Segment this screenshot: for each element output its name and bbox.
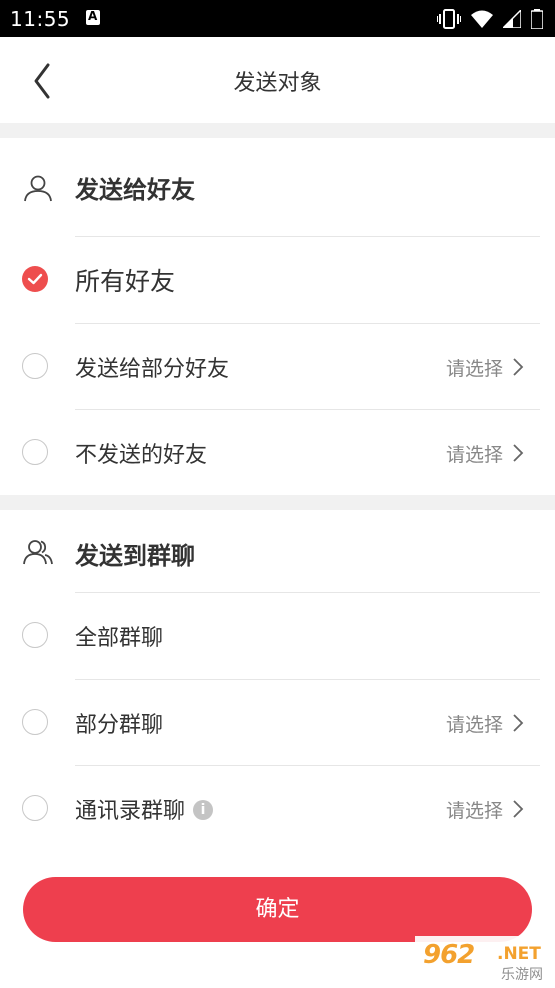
group-icon [23, 540, 53, 565]
chevron-right-icon[interactable] [511, 799, 525, 819]
wifi-icon [471, 10, 493, 28]
watermark-suffix: .NET [497, 944, 541, 964]
status-time: 11:55 [10, 7, 71, 31]
confirm-button[interactable]: 确定 [23, 877, 532, 942]
chevron-right-icon[interactable] [511, 713, 525, 733]
groups-section-header: 发送到群聊 [0, 510, 555, 592]
choose-link[interactable]: 请选择 [446, 440, 503, 467]
system-icons [437, 8, 543, 30]
option-all-friends[interactable]: 所有好友 [0, 237, 555, 323]
radio-icon[interactable] [22, 439, 48, 465]
accessibility-icon [86, 9, 100, 25]
groups-section-title: 发送到群聊 [75, 542, 195, 570]
option-contact-groups[interactable]: 通讯录群聊 i 请选择 [0, 766, 555, 852]
watermark-logo: 962 .NET 乐游网 [415, 936, 555, 988]
option-all-groups[interactable]: 全部群聊 [0, 593, 555, 679]
watermark-site: 乐游网 [501, 967, 543, 983]
vibrate-icon [437, 9, 461, 29]
choose-link[interactable]: 请选择 [446, 796, 503, 823]
friends-section: 发送给好友 所有好友 发送给部分好友 请选择 不发送的好友 请选择 [0, 138, 555, 495]
chevron-right-icon[interactable] [511, 357, 525, 377]
option-some-friends[interactable]: 发送给部分好友 请选择 [0, 324, 555, 410]
section-gap [0, 123, 555, 138]
radio-checked-icon[interactable] [22, 266, 48, 292]
radio-icon[interactable] [22, 709, 48, 735]
page-title: 发送对象 [233, 71, 322, 96]
chevron-right-icon[interactable] [511, 443, 525, 463]
signal-icon [503, 10, 521, 28]
section-gap [0, 495, 555, 510]
watermark-number: 962 [423, 940, 475, 970]
radio-icon[interactable] [22, 353, 48, 379]
battery-icon [531, 9, 543, 29]
nav-bar: 发送对象 [0, 37, 555, 123]
option-label: 发送给部分好友 [75, 357, 230, 382]
radio-icon[interactable] [22, 795, 48, 821]
option-label: 全部群聊 [75, 626, 164, 651]
friends-section-header: 发送给好友 [0, 138, 555, 235]
option-label: 通讯录群聊 [75, 799, 186, 824]
info-icon[interactable]: i [193, 800, 214, 820]
radio-icon[interactable] [22, 622, 48, 648]
status-bar: 11:55 [0, 0, 555, 37]
option-excluded-friends[interactable]: 不发送的好友 请选择 [0, 410, 555, 496]
groups-section: 发送到群聊 全部群聊 部分群聊 请选择 通讯录群聊 i 请选择 [0, 510, 555, 855]
friends-section-title: 发送给好友 [75, 176, 195, 204]
choose-link[interactable]: 请选择 [446, 354, 503, 381]
option-label-wrap: 通讯录群聊 i [75, 793, 214, 825]
choose-link[interactable]: 请选择 [446, 710, 503, 737]
option-some-groups[interactable]: 部分群聊 请选择 [0, 680, 555, 766]
option-label: 所有好友 [75, 267, 176, 296]
option-label: 部分群聊 [75, 713, 164, 738]
option-label: 不发送的好友 [75, 443, 208, 468]
person-icon [24, 175, 52, 202]
